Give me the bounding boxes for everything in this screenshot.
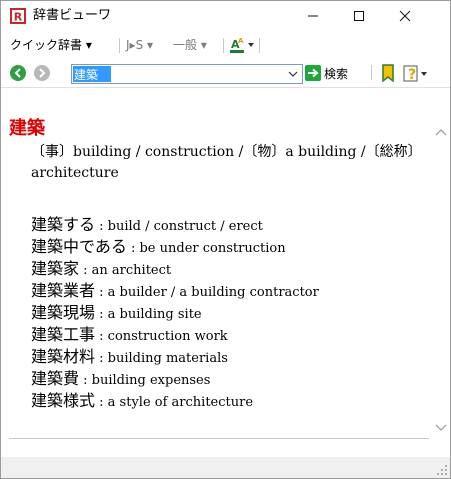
bookmark-icon: [382, 64, 394, 83]
quick-dictionary-dropdown[interactable]: クイック辞書 ▾: [10, 37, 92, 53]
toolbar: クイック辞書 ▾ J▸S ▾ 一般 ▾ A A: [1, 31, 450, 59]
toolbar-separator: [259, 38, 260, 53]
dictionary-content[interactable]: 建築 〔事〕building / construction /〔物〕a buil…: [1, 87, 450, 456]
content-divider: [9, 438, 429, 439]
help-icon: ?: [403, 65, 427, 83]
compound-entry: 建築現場 : a building site: [31, 303, 202, 322]
language-direction-dropdown[interactable]: J▸S ▾: [126, 37, 153, 53]
compound-entry: 建築家 : an architect: [31, 259, 172, 278]
compound-entry: 建築工事 : construction work: [31, 325, 228, 344]
category-dropdown[interactable]: 一般 ▾: [173, 37, 207, 53]
compound-entry: 建築業者 : a builder / a building contractor: [31, 281, 319, 300]
scroll-down-icon[interactable]: [434, 423, 448, 433]
minimize-button[interactable]: [290, 1, 336, 31]
window-title: 辞書ビューワ: [33, 8, 112, 23]
minimize-icon: [308, 15, 318, 17]
back-arrow-icon: [14, 68, 21, 78]
compound-entry: 建築中である : be under construction: [31, 237, 286, 256]
dictionary-viewer-window: R 辞書ビューワ クイック辞書 ▾ J▸S ▾ 一般 ▾ A A 建築 検索 ?…: [0, 0, 451, 479]
back-button[interactable]: [10, 65, 26, 81]
compound-entry: 建築様式 : a style of architecture: [31, 391, 254, 410]
help-button[interactable]: ?: [403, 63, 429, 87]
forward-arrow-icon: [39, 68, 46, 78]
font-color-button[interactable]: A A: [230, 36, 256, 58]
search-bar: 検索 ?: [1, 59, 450, 87]
compound-entry: 建築する : build / construct / erect: [31, 215, 263, 234]
close-button[interactable]: [382, 1, 428, 31]
headword: 建築: [9, 118, 45, 139]
chevron-down-icon[interactable]: [287, 67, 299, 81]
compound-entry: 建築費 : building expenses: [31, 369, 211, 388]
forward-button[interactable]: [34, 65, 50, 81]
maximize-button[interactable]: [336, 1, 382, 31]
dictionary-app-icon: R: [10, 8, 26, 24]
search-button[interactable]: 検索: [305, 64, 348, 82]
resize-grip-icon[interactable]: [436, 464, 448, 476]
toolbar-separator: [223, 38, 224, 53]
status-bar: [1, 457, 450, 478]
search-button-label: 検索: [324, 66, 349, 81]
title-bar[interactable]: R 辞書ビューワ: [1, 1, 450, 31]
search-input[interactable]: [74, 66, 279, 82]
search-combobox[interactable]: [71, 64, 303, 84]
bookmark-button[interactable]: [380, 64, 396, 86]
svg-text:R: R: [14, 11, 23, 24]
toolbar-separator: [119, 38, 120, 53]
definition: 〔事〕building / construction /〔物〕a buildin…: [31, 144, 415, 181]
go-arrow-icon: [305, 65, 321, 81]
svg-text:?: ?: [408, 67, 416, 83]
svg-text:A: A: [238, 37, 244, 45]
scroll-up-icon[interactable]: [434, 127, 448, 137]
maximize-icon: [354, 11, 364, 21]
vertical-scrollbar[interactable]: [431, 125, 450, 445]
close-icon: [399, 10, 411, 22]
font-color-icon: A A: [230, 37, 254, 53]
toolbar-separator: [371, 65, 372, 80]
compound-entry: 建築材料 : building materials: [31, 347, 228, 366]
